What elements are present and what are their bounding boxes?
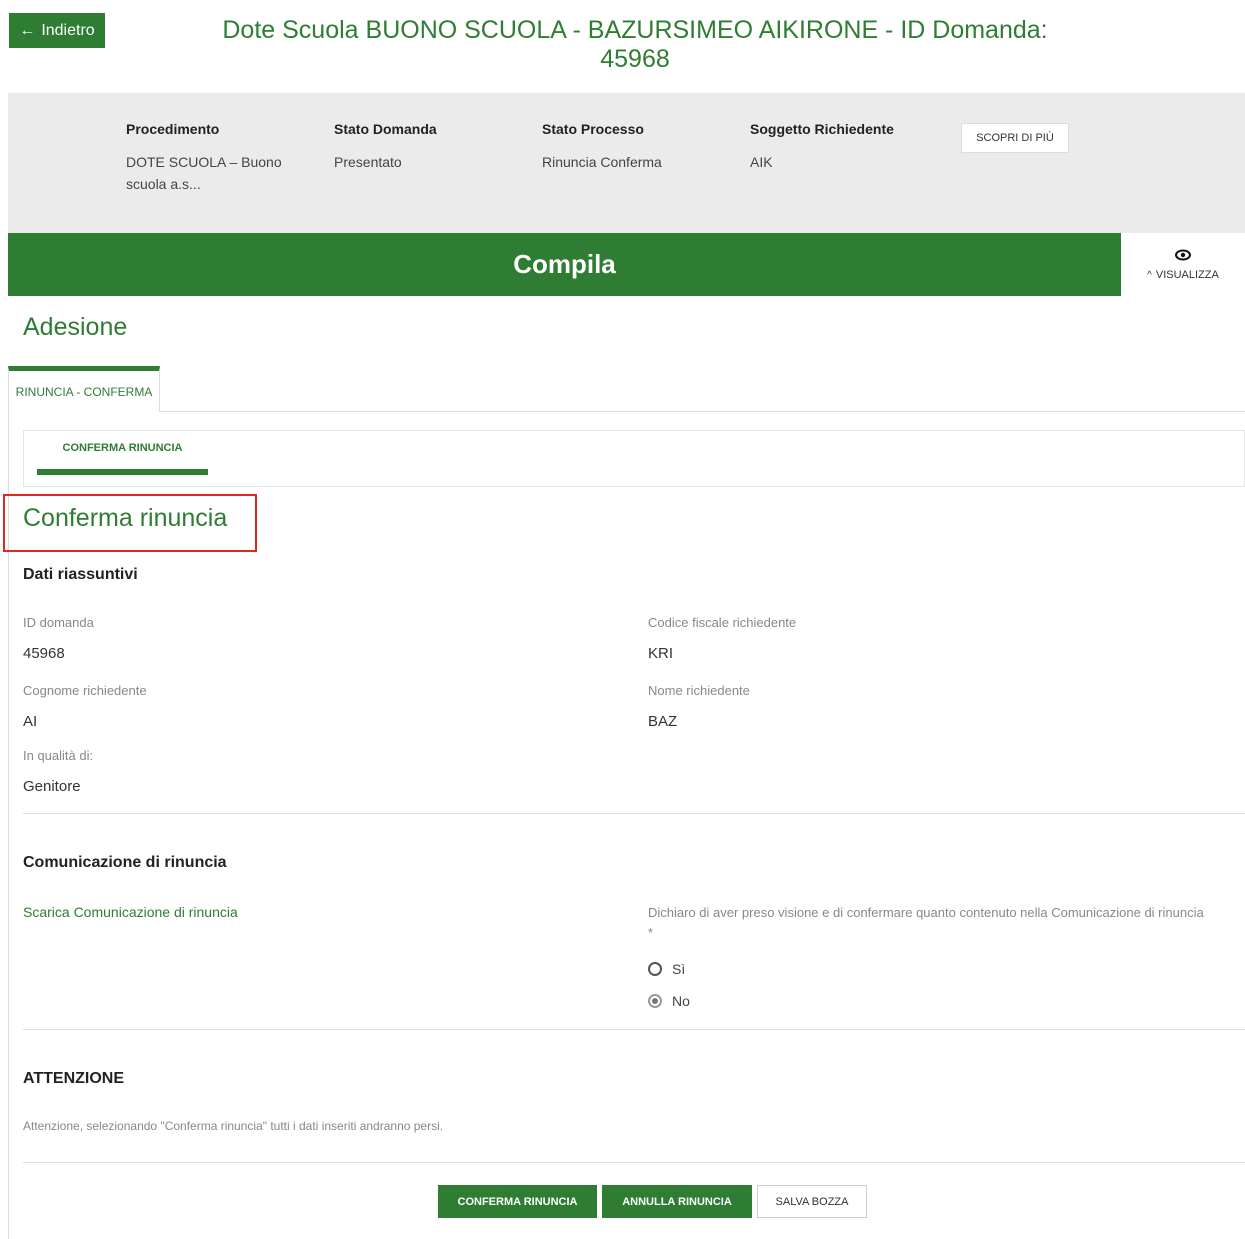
soggetto-label: Soggetto Richiedente xyxy=(750,121,894,137)
id-domanda-label: ID domanda xyxy=(23,615,94,630)
visualizza-button[interactable]: ^ VISUALIZZA xyxy=(1121,233,1245,296)
dichiaro-label: Dichiaro di aver preso visione e di conf… xyxy=(648,905,1204,940)
back-button-label: Indietro xyxy=(41,21,95,39)
stato-processo-col: Stato Processo Rinuncia Conferma xyxy=(542,121,722,173)
salva-bozza-button[interactable]: SALVA BOZZA xyxy=(757,1185,867,1218)
stato-domanda-label: Stato Domanda xyxy=(334,121,437,137)
radio-si-option[interactable]: Sì xyxy=(648,961,685,977)
soggetto-col: Soggetto Richiedente AIK xyxy=(750,121,930,173)
compila-label: Compila xyxy=(513,249,616,279)
cognome-label: Cognome richiedente xyxy=(23,683,147,698)
arrow-left-icon: ← xyxy=(19,21,36,39)
tab-rinuncia-conferma[interactable]: RINUNCIA - CONFERMA xyxy=(8,366,160,412)
scopri-di-piu-button[interactable]: SCOPRI DI PIÙ xyxy=(961,123,1069,153)
comunicazione-heading: Comunicazione di rinuncia xyxy=(23,854,227,871)
annulla-rinuncia-button[interactable]: ANNULLA RINUNCIA xyxy=(602,1185,752,1218)
divider xyxy=(23,813,1245,814)
stato-processo-label: Stato Processo xyxy=(542,121,644,137)
stato-processo-value: Rinuncia Conferma xyxy=(542,154,662,170)
subtab-conferma-rinuncia[interactable]: CONFERMA RINUNCIA xyxy=(37,440,208,475)
section-heading: Adesione xyxy=(23,313,128,341)
qualita-value: Genitore xyxy=(23,778,81,795)
info-panel: Procedimento DOTE SCUOLA – Buono scuola … xyxy=(8,93,1245,233)
soggetto-value: AIK xyxy=(750,154,773,170)
radio-no-option[interactable]: No xyxy=(648,993,690,1009)
attenzione-text: Attenzione, selezionando "Conferma rinun… xyxy=(23,1119,444,1133)
tab-divider xyxy=(160,411,1245,412)
divider xyxy=(23,1162,1245,1163)
divider xyxy=(23,1029,1245,1030)
page-title: Dote Scuola BUONO SCUOLA - BAZURSIMEO AI… xyxy=(180,16,1090,74)
radio-si[interactable] xyxy=(648,962,662,976)
radio-no-label: No xyxy=(672,993,690,1009)
radio-si-label: Sì xyxy=(672,961,686,977)
cognome-value: AI xyxy=(23,713,38,730)
qualita-label: In qualità di: xyxy=(23,748,94,763)
id-domanda-value: 45968 xyxy=(23,645,65,662)
stato-domanda-col: Stato Domanda Presentato xyxy=(334,121,514,173)
stato-domanda-value: Presentato xyxy=(334,154,402,170)
chevron-up-icon: ^ xyxy=(1147,269,1152,281)
visualizza-label: VISUALIZZA xyxy=(1155,268,1219,281)
procedimento-col: Procedimento DOTE SCUOLA – Buono scuola … xyxy=(126,121,306,195)
back-button[interactable]: ← Indietro xyxy=(9,13,105,48)
dati-riassuntivi-heading: Dati riassuntivi xyxy=(23,566,138,583)
nome-value: BAZ xyxy=(648,713,678,730)
radio-no[interactable] xyxy=(648,994,662,1008)
procedimento-label: Procedimento xyxy=(126,121,220,137)
codice-fiscale-value: KRI xyxy=(648,645,674,662)
codice-fiscale-label: Codice fiscale richiedente xyxy=(648,615,797,630)
eye-icon xyxy=(1175,249,1191,265)
compila-bar: Compila xyxy=(8,233,1121,296)
page-title-line2: 45968 xyxy=(600,45,670,73)
scarica-comunicazione-link[interactable]: Scarica Comunicazione di rinuncia xyxy=(23,904,238,920)
attenzione-heading: ATTENZIONE xyxy=(23,1070,125,1087)
conferma-rinuncia-button[interactable]: CONFERMA RINUNCIA xyxy=(438,1185,597,1218)
procedimento-value: DOTE SCUOLA – Buono scuola a.s... xyxy=(126,154,282,192)
form-title: Conferma rinuncia xyxy=(23,504,228,532)
nome-label: Nome richiedente xyxy=(648,683,750,698)
page-title-line1: Dote Scuola BUONO SCUOLA - BAZURSIMEO AI… xyxy=(222,16,1048,44)
